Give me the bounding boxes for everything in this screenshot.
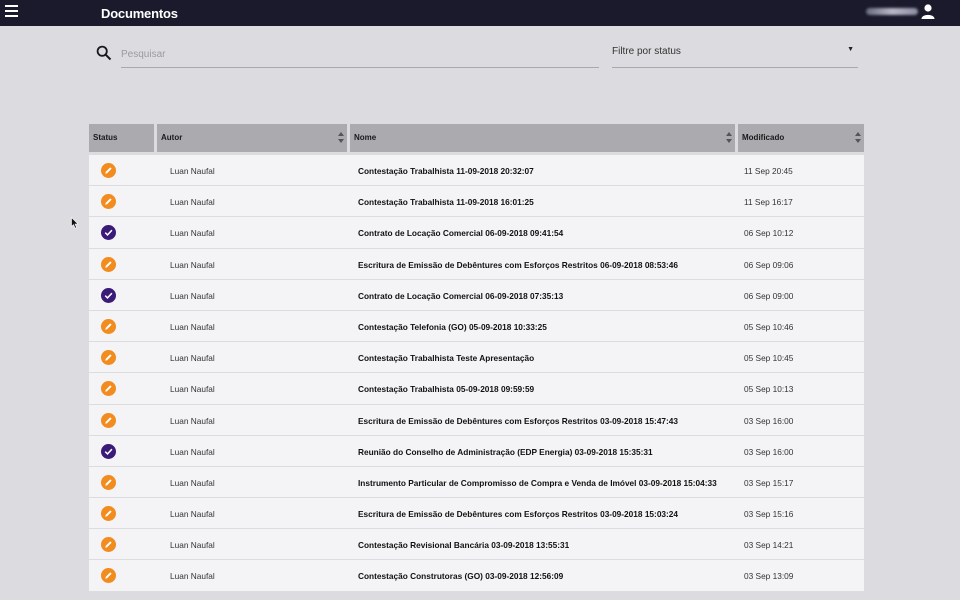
status-edit-pencil-icon — [101, 506, 116, 522]
table-row[interactable]: Luan Naufal Contestação Revisional Bancár… — [89, 529, 864, 561]
document-name-cell: Contrato de Locação Comercial 06-09-2018… — [358, 228, 564, 239]
modified-date-cell: 03 Sep 14:21 — [744, 540, 794, 551]
document-name-cell: Contestação Trabalhista 11-09-2018 20:32… — [358, 166, 534, 176]
documents-table: Status Autor Nome Modificado Luan Naufal… — [89, 124, 864, 592]
author-cell: Luan Naufal — [170, 197, 215, 208]
status-edit-pencil-icon — [101, 568, 116, 584]
document-name-cell: Contestação Trabalhista Teste Apresentaç… — [358, 353, 535, 364]
author-cell: Luan Naufal — [170, 384, 215, 395]
author-cell: Luan Naufal — [170, 353, 215, 364]
status-edit-pencil-icon — [101, 381, 116, 397]
document-name-cell: Contestação Trabalhista 11-09-2018 16:01… — [358, 197, 534, 208]
status-edit-pencil-icon — [101, 194, 116, 210]
status-edit-pencil-icon — [101, 412, 116, 428]
app-bar: Documentos — [0, 0, 960, 26]
status-filter-label: Filtre por status — [612, 46, 681, 57]
table-header: Status Autor Nome Modificado — [89, 124, 864, 152]
column-header-status[interactable]: Status — [89, 124, 154, 152]
modified-date-cell: 06 Sep 09:06 — [744, 259, 794, 270]
table-row[interactable]: Luan Naufal Contestação Trabalhista 11-09… — [89, 186, 864, 218]
author-cell: Luan Naufal — [170, 571, 215, 582]
modified-date-cell: 03 Sep 16:00 — [744, 415, 794, 426]
table-row[interactable]: Luan Naufal Escritura de Emissão de Debên… — [89, 498, 864, 530]
author-cell: Luan Naufal — [170, 321, 215, 332]
document-name-cell: Contestação Construtoras (GO) 03-09-2018… — [358, 571, 564, 582]
status-checkmark-icon — [101, 443, 116, 459]
document-name-cell: Escritura de Emissão de Debêntures com E… — [358, 415, 679, 426]
document-name-cell: Reunião do Conselho de Administração (ED… — [358, 446, 653, 457]
document-name-cell: Contrato de Locação Comercial 06-09-2018… — [358, 290, 564, 301]
author-cell: Luan Naufal — [170, 166, 215, 176]
modified-date-cell: 03 Sep 15:17 — [744, 477, 794, 488]
modified-date-cell: 06 Sep 09:00 — [744, 290, 794, 301]
status-edit-pencil-icon — [101, 350, 116, 366]
document-name-cell: Escritura de Emissão de Debêntures com E… — [358, 509, 679, 520]
modified-date-cell: 11 Sep 16:17 — [744, 197, 793, 208]
table-row[interactable]: Luan Naufal Contestação Construtoras (GO)… — [89, 560, 864, 592]
column-header-autor[interactable]: Autor — [157, 124, 347, 152]
table-row[interactable]: Luan Naufal Escritura de Emissão de Debên… — [89, 249, 864, 280]
hamburger-menu-icon[interactable] — [5, 5, 18, 19]
column-label: Modificado — [742, 133, 785, 142]
status-checkmark-icon — [101, 287, 116, 303]
author-cell: Luan Naufal — [170, 509, 215, 520]
status-edit-pencil-icon — [101, 537, 116, 553]
table-body: Luan Naufal Contestação Trabalhista 11-09… — [89, 155, 864, 592]
status-edit-pencil-icon — [101, 256, 116, 272]
author-cell: Luan Naufal — [170, 540, 215, 551]
sort-icon — [338, 132, 344, 143]
status-edit-pencil-icon — [101, 474, 116, 490]
author-cell: Luan Naufal — [170, 259, 215, 270]
document-name-cell: Contestação Telefonia (GO) 05-09-2018 10… — [358, 321, 547, 332]
table-row[interactable]: Luan Naufal Contestação Trabalhista 11-09… — [89, 155, 864, 187]
sort-icon — [726, 132, 732, 143]
modified-date-cell: 03 Sep 15:16 — [744, 509, 794, 520]
table-row[interactable]: Luan Naufal Contestação Trabalhista Teste… — [89, 342, 864, 374]
document-name-cell: Contestação Trabalhista 05-09-2018 09:59… — [358, 384, 535, 395]
modified-date-cell: 05 Sep 10:13 — [744, 384, 794, 395]
modified-date-cell: 05 Sep 10:46 — [744, 321, 794, 332]
author-cell: Luan Naufal — [170, 415, 215, 426]
modified-date-cell: 03 Sep 13:09 — [744, 571, 794, 582]
column-header-nome[interactable]: Nome — [350, 124, 735, 152]
column-label: Nome — [354, 133, 377, 142]
table-row[interactable]: Luan Naufal Contrato de Locação Comercial… — [89, 217, 864, 249]
modified-date-cell: 06 Sep 10:12 — [744, 228, 794, 239]
column-header-modificado[interactable]: Modificado — [738, 124, 864, 152]
table-row[interactable]: Luan Naufal Contrato de Locação Comercial… — [89, 280, 864, 311]
sort-icon — [855, 132, 861, 143]
author-cell: Luan Naufal — [170, 290, 215, 301]
page-title: Documentos — [101, 6, 178, 21]
document-name-cell: Contestação Revisional Bancária 03-09-20… — [358, 540, 570, 551]
author-cell: Luan Naufal — [170, 228, 215, 239]
column-label: Status — [93, 133, 118, 142]
status-checkmark-icon — [101, 225, 116, 241]
table-row[interactable]: Luan Naufal Contestação Trabalhista 05-09… — [89, 373, 864, 405]
mouse-cursor-icon — [71, 216, 79, 229]
dropdown-arrow-icon: ▼ — [847, 46, 854, 53]
status-filter-select[interactable]: Filtre por status ▼ — [612, 40, 858, 68]
table-row[interactable]: Luan Naufal Instrumento Particular de Com… — [89, 467, 864, 499]
column-label: Autor — [161, 133, 183, 142]
author-cell: Luan Naufal — [170, 477, 215, 488]
search-icon — [96, 45, 112, 61]
modified-date-cell: 03 Sep 16:00 — [744, 446, 794, 457]
status-edit-pencil-icon — [101, 163, 116, 178]
document-name-cell: Escritura de Emissão de Debêntures com E… — [358, 259, 679, 270]
table-row[interactable]: Luan Naufal Reunião do Conselho de Admini… — [89, 436, 864, 467]
author-cell: Luan Naufal — [170, 446, 215, 457]
user-name-blurred — [866, 8, 918, 15]
table-row[interactable]: Luan Naufal Escritura de Emissão de Debên… — [89, 405, 864, 436]
modified-date-cell: 05 Sep 10:45 — [744, 353, 794, 364]
search-input[interactable] — [121, 40, 599, 68]
status-edit-pencil-icon — [101, 318, 116, 334]
table-row[interactable]: Luan Naufal Contestação Telefonia (GO) 05… — [89, 311, 864, 343]
modified-date-cell: 11 Sep 20:45 — [744, 166, 793, 176]
document-name-cell: Instrumento Particular de Compromisso de… — [358, 477, 717, 488]
user-account-icon[interactable] — [920, 3, 936, 19]
